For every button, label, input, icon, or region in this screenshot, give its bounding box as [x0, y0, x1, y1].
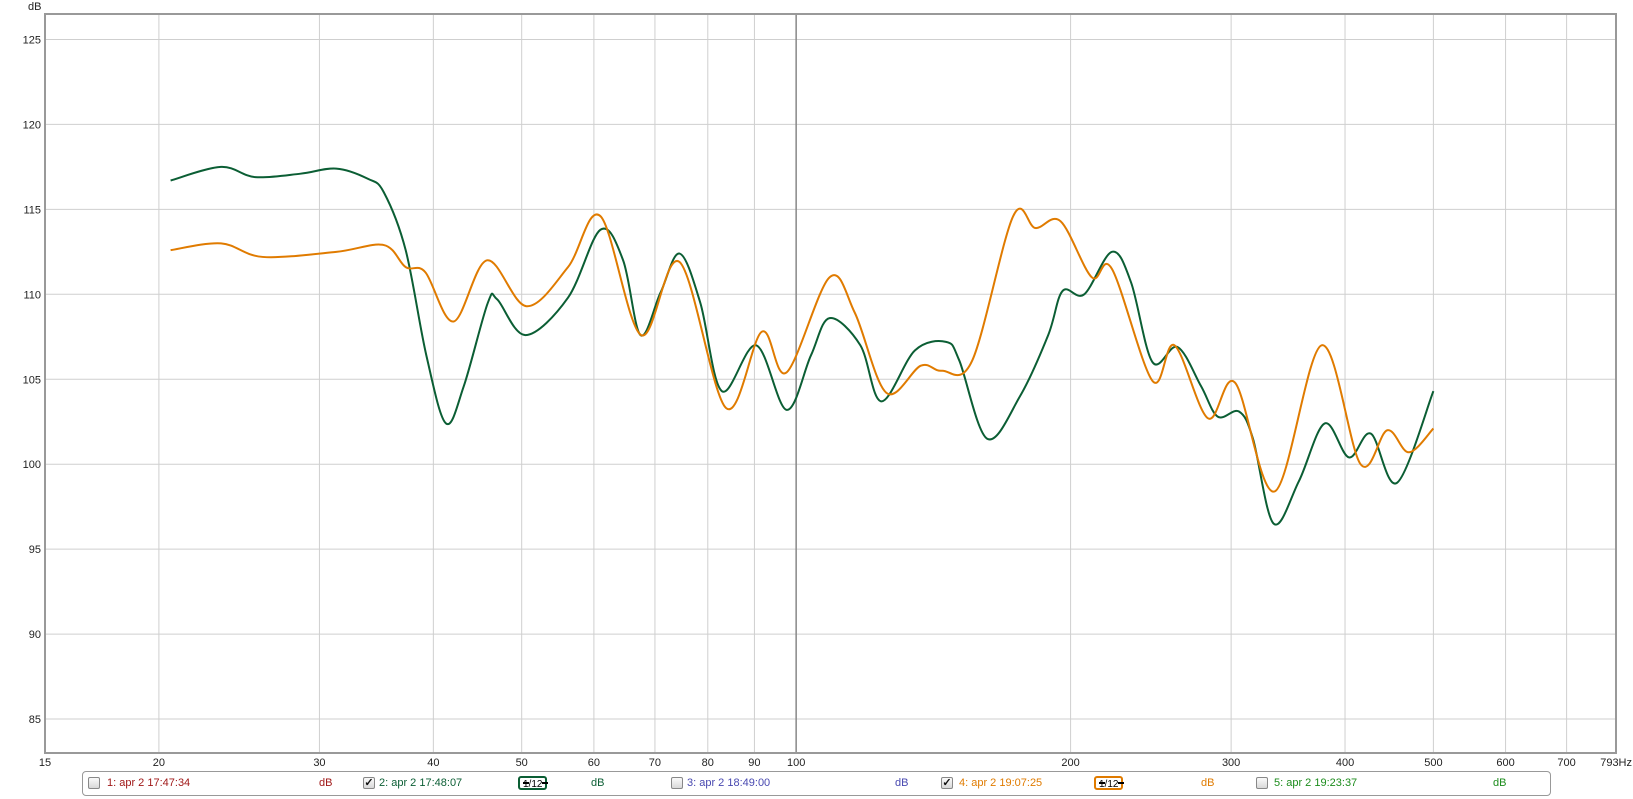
x-tick-label: 20 [153, 757, 165, 769]
frequency-response-chart: dB 125 120 115 110 105 100 95 90 85 15 20 30 40 50 60 7… [23, 1, 1632, 769]
legend-label-4: 4: apr 2 19:07:25 [959, 777, 1043, 789]
legend-label-1: 1: apr 2 17:47:34 [107, 777, 191, 789]
legend-unit-5: dB [1493, 777, 1507, 789]
legend-label-3: 3: apr 2 18:49:00 [687, 777, 771, 789]
legend-unit-3: dB [895, 777, 909, 789]
legend-checkbox-4[interactable]: ✓ [941, 777, 953, 789]
y-axis-label: dB [28, 1, 41, 13]
x-tick-label: 30 [313, 757, 325, 769]
grid [45, 14, 1616, 753]
x-tick-label: 15 [39, 757, 51, 769]
legend-checkbox-1[interactable] [88, 777, 100, 789]
smoothing-badge-4[interactable]: 1/12 [1094, 776, 1125, 790]
y-tick-label: 120 [23, 119, 41, 131]
y-tick-label: 100 [23, 459, 41, 471]
legend-checkbox-3[interactable] [671, 777, 683, 789]
x-tick-label: 100 [787, 757, 805, 769]
y-tick-label: 125 [23, 34, 41, 46]
series-line-measurement-4 [170, 207, 1435, 493]
legend-unit-1: dB [319, 777, 333, 789]
y-tick-label: 115 [23, 204, 41, 216]
x-tick-label: 200 [1061, 757, 1079, 769]
legend: 1: apr 2 17:47:34 dB ✓ 2: apr 2 17:48:07… [82, 771, 1551, 796]
x-tick-label: 500 [1424, 757, 1442, 769]
y-tick-label: 95 [29, 544, 41, 556]
legend-checkbox-2[interactable]: ✓ [363, 777, 375, 789]
legend-label-2: 2: apr 2 17:48:07 [379, 777, 463, 789]
x-tick-label: 400 [1336, 757, 1354, 769]
y-tick-label: 105 [23, 374, 41, 386]
x-tick-label: 600 [1496, 757, 1514, 769]
x-tick-label: 40 [427, 757, 439, 769]
y-tick-label: 85 [29, 714, 41, 726]
legend-label-5: 5: apr 2 19:23:37 [1274, 777, 1358, 789]
y-tick-label: 90 [29, 629, 41, 641]
x-tick-label: 70 [649, 757, 661, 769]
x-tick-label: 90 [748, 757, 760, 769]
legend-unit-4: dB [1201, 777, 1215, 789]
tick-labels: 125 120 115 110 105 100 95 90 85 15 20 30 40 50 60 70 80… [23, 34, 1632, 769]
x-tick-label: 50 [516, 757, 528, 769]
x-tick-label: 80 [702, 757, 714, 769]
smoothing-badge-2[interactable]: 1/12 [518, 776, 549, 790]
x-tick-label: 700 [1557, 757, 1575, 769]
series-layer [170, 165, 1435, 526]
legend-unit-2: dB [591, 777, 605, 789]
x-tick-label: 60 [588, 757, 600, 769]
series-line-measurement-2 [170, 165, 1435, 526]
x-tick-label: 793Hz [1600, 757, 1632, 769]
legend-checkbox-5[interactable] [1256, 777, 1268, 789]
y-tick-label: 110 [23, 289, 41, 301]
x-tick-label: 300 [1222, 757, 1240, 769]
